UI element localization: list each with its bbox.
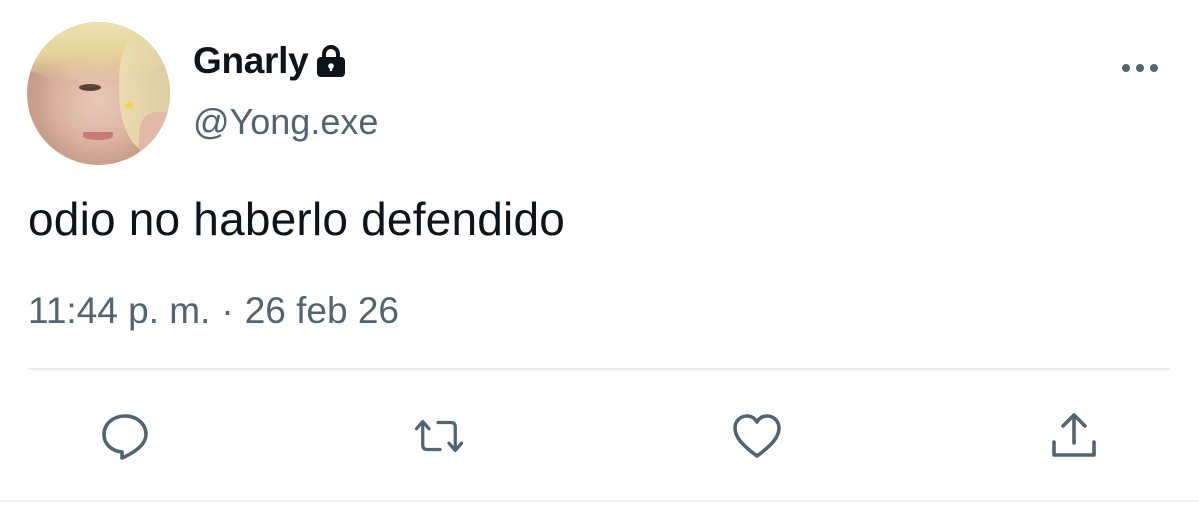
more-options-button[interactable] [1116,54,1164,82]
like-button[interactable] [729,408,785,464]
heart-icon [733,414,781,458]
retweet-icon [414,419,464,453]
avatar[interactable]: ★ [27,22,170,165]
avatar-hand [139,112,170,165]
display-name[interactable]: Gnarly [193,40,309,82]
meta-separator: · [221,290,234,331]
share-button[interactable] [1046,408,1102,464]
more-horizontal-icon [1122,64,1158,72]
tweet-date: 26 feb 26 [244,290,400,331]
tweet-timestamp[interactable]: 11:44 p. m. · 26 feb 26 [28,290,399,332]
tweet-text: odio no haberlo defendido [28,193,566,245]
share-icon [1052,413,1096,457]
retweet-button[interactable] [411,408,467,464]
tweet-time: 11:44 p. m. [28,290,211,331]
tweet-card: ★ Gnarly @Yong.exe odio no haberlo defen… [0,0,1199,519]
bottom-divider [0,500,1199,502]
author-handle[interactable]: @Yong.exe [193,101,378,143]
avatar-eye [79,84,101,91]
divider [28,368,1170,370]
avatar-mouth [83,132,113,140]
lock-icon [313,43,349,79]
reply-button[interactable] [97,408,153,464]
speech-bubble-icon [102,414,148,460]
author-name-row: Gnarly [193,38,349,84]
avatar-star-sticker: ★ [123,97,136,113]
